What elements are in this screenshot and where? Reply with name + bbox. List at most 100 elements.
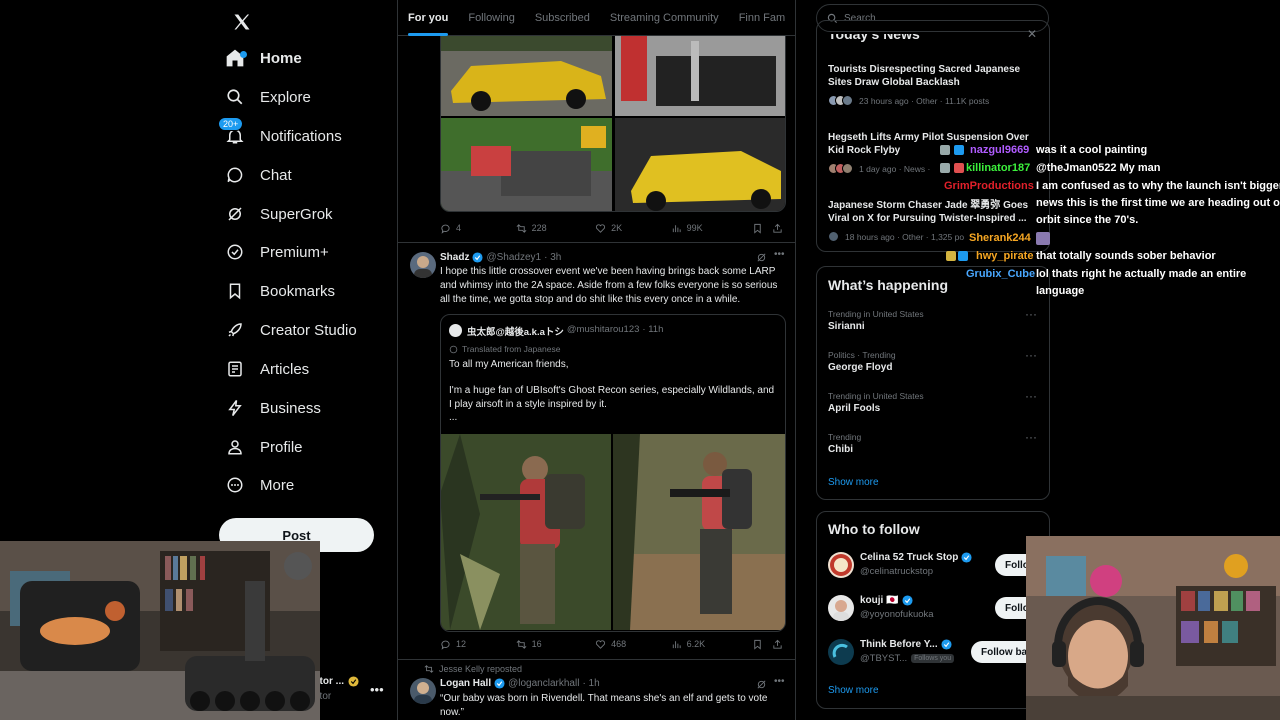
tweet-time[interactable]: · 1h	[582, 678, 599, 689]
nav-more-label: More	[260, 476, 295, 494]
tab-for-you[interactable]: For you	[398, 0, 458, 36]
like-count: 468	[611, 639, 627, 649]
account-switcher[interactable]: ator ... ator	[314, 676, 359, 702]
tweet-time[interactable]: · 3h	[544, 252, 561, 263]
quote-line-3: ...	[449, 412, 458, 423]
tweet-more-icon[interactable]: •••	[774, 676, 785, 687]
trend-name[interactable]: April Fools	[828, 403, 880, 414]
nav-business[interactable]: Business	[224, 390, 321, 426]
show-more-link[interactable]: Show more	[828, 685, 879, 696]
author-handle[interactable]: @Shadzey1	[486, 252, 541, 263]
nav-articles[interactable]: Articles	[224, 351, 309, 387]
chat-username: killinator187	[966, 162, 1031, 174]
tab-finn-fam[interactable]: Finn Fam	[729, 0, 795, 36]
globe-icon	[449, 345, 458, 353]
suggestion-handle: @yoyonofukuoka	[860, 609, 934, 620]
search-icon	[224, 86, 246, 108]
bookmark-icon	[754, 223, 761, 234]
chat-badge-icon	[940, 145, 950, 155]
trend-name[interactable]: Chibi	[828, 444, 853, 455]
car-photo-4[interactable]	[615, 118, 786, 212]
news-title[interactable]: Tourists Disrespecting Sacred Japanese S…	[828, 63, 1033, 89]
views-button[interactable]: 99K	[671, 223, 753, 234]
nav-chat[interactable]: Chat	[224, 157, 292, 193]
avatar-stack	[828, 231, 839, 242]
trend-more-icon[interactable]: ···	[1025, 430, 1037, 444]
nav-explore-label: Explore	[260, 88, 311, 106]
tab-subscribed[interactable]: Subscribed	[525, 0, 600, 36]
trend-meta: Politics · Trending	[828, 350, 896, 360]
quote-photos[interactable]	[440, 434, 786, 630]
share-button[interactable]	[772, 639, 786, 650]
trend-more-icon[interactable]: ···	[1025, 348, 1037, 362]
trend-meta: Trending in United States	[828, 391, 924, 401]
views-button[interactable]: 6.2K	[671, 639, 753, 650]
author-name[interactable]: Logan Hall	[440, 678, 491, 689]
repost-button[interactable]: 228	[516, 223, 596, 234]
like-button[interactable]: 2K	[595, 223, 671, 234]
x-logo-icon[interactable]	[226, 6, 258, 38]
grok-icon[interactable]	[756, 252, 767, 263]
views-icon	[672, 224, 681, 232]
tweet-more-icon[interactable]: •••	[774, 249, 785, 260]
home-icon	[224, 47, 247, 69]
nav-home-label: Home	[260, 49, 302, 67]
share-button[interactable]	[772, 223, 786, 234]
nav-notifications[interactable]: 20+ Notifications	[218, 117, 342, 154]
avatar-stack	[828, 163, 853, 174]
nav-premium[interactable]: Premium+	[224, 234, 329, 270]
grok-icon[interactable]	[756, 679, 767, 690]
reply-count: 4	[456, 223, 462, 233]
bookmark-button[interactable]	[752, 639, 772, 650]
rocket-icon	[224, 319, 246, 341]
avatar[interactable]	[410, 678, 436, 704]
suggestion-handle-row: @TBYST... Follows you	[860, 653, 955, 664]
view-count: 99K	[686, 223, 703, 233]
tab-following[interactable]: Following	[458, 0, 524, 36]
author-handle[interactable]: @loganclarkhall	[508, 678, 579, 689]
avatar[interactable]	[410, 252, 436, 278]
trend-name[interactable]: Sirianni	[828, 321, 865, 332]
account-more-icon[interactable]: •••	[370, 682, 384, 697]
nav-home[interactable]: Home	[224, 40, 302, 76]
bookmark-button[interactable]	[752, 223, 772, 234]
heart-icon	[596, 639, 606, 649]
repost-context[interactable]: Jesse Kelly reposted	[424, 664, 522, 674]
nav-more[interactable]: More	[224, 467, 294, 503]
reply-button[interactable]: 12	[440, 639, 516, 650]
tweet-image-grid[interactable]	[440, 20, 786, 212]
tweet2-actions: 12 16 468 6.2K	[440, 637, 786, 651]
new-posts-dot	[240, 51, 247, 58]
verified-icon	[902, 595, 913, 606]
nav-explore[interactable]: Explore	[224, 79, 311, 115]
quoted-tweet[interactable]: 虫太郎@越後a.k.aトシ @mushitarou123 · 11h Trans…	[440, 314, 786, 632]
nav-profile[interactable]: Profile	[224, 429, 303, 465]
show-more-link[interactable]: Show more	[828, 477, 879, 488]
chat-message: I am confused as to why the launch isn't…	[1036, 180, 1280, 192]
airsoft-photo-2[interactable]	[613, 434, 786, 630]
chat-message: was it a cool painting	[1036, 144, 1148, 156]
trend-name[interactable]: George Floyd	[828, 362, 892, 373]
repost-button[interactable]: 16	[516, 639, 596, 650]
reply-count: 12	[456, 639, 467, 649]
nav-creator-studio[interactable]: Creator Studio	[224, 312, 357, 348]
nav-supergrok[interactable]: SuperGrok	[224, 196, 333, 232]
nav-bookmarks[interactable]: Bookmarks	[224, 273, 335, 309]
car-photo-3[interactable]	[441, 118, 612, 212]
avatar	[449, 324, 462, 337]
timeline: For you Following Subscribed Streaming C…	[397, 0, 796, 720]
chat-badge-icon	[958, 251, 968, 261]
close-icon[interactable]: ✕	[1027, 27, 1037, 41]
chat-username: hwy_pirate	[976, 250, 1034, 262]
trend-more-icon[interactable]: ···	[1025, 389, 1037, 403]
chat-badge-icon	[940, 163, 950, 173]
verified-icon	[961, 552, 972, 563]
author-name[interactable]: Shadz	[440, 252, 469, 263]
verified-icon	[472, 252, 483, 263]
like-button[interactable]: 468	[595, 639, 671, 650]
view-count: 6.2K	[686, 639, 706, 649]
tab-streaming-community[interactable]: Streaming Community	[600, 0, 729, 36]
airsoft-photo-1[interactable]	[440, 434, 611, 630]
repost-icon	[516, 639, 526, 649]
reply-button[interactable]: 4	[440, 223, 516, 234]
